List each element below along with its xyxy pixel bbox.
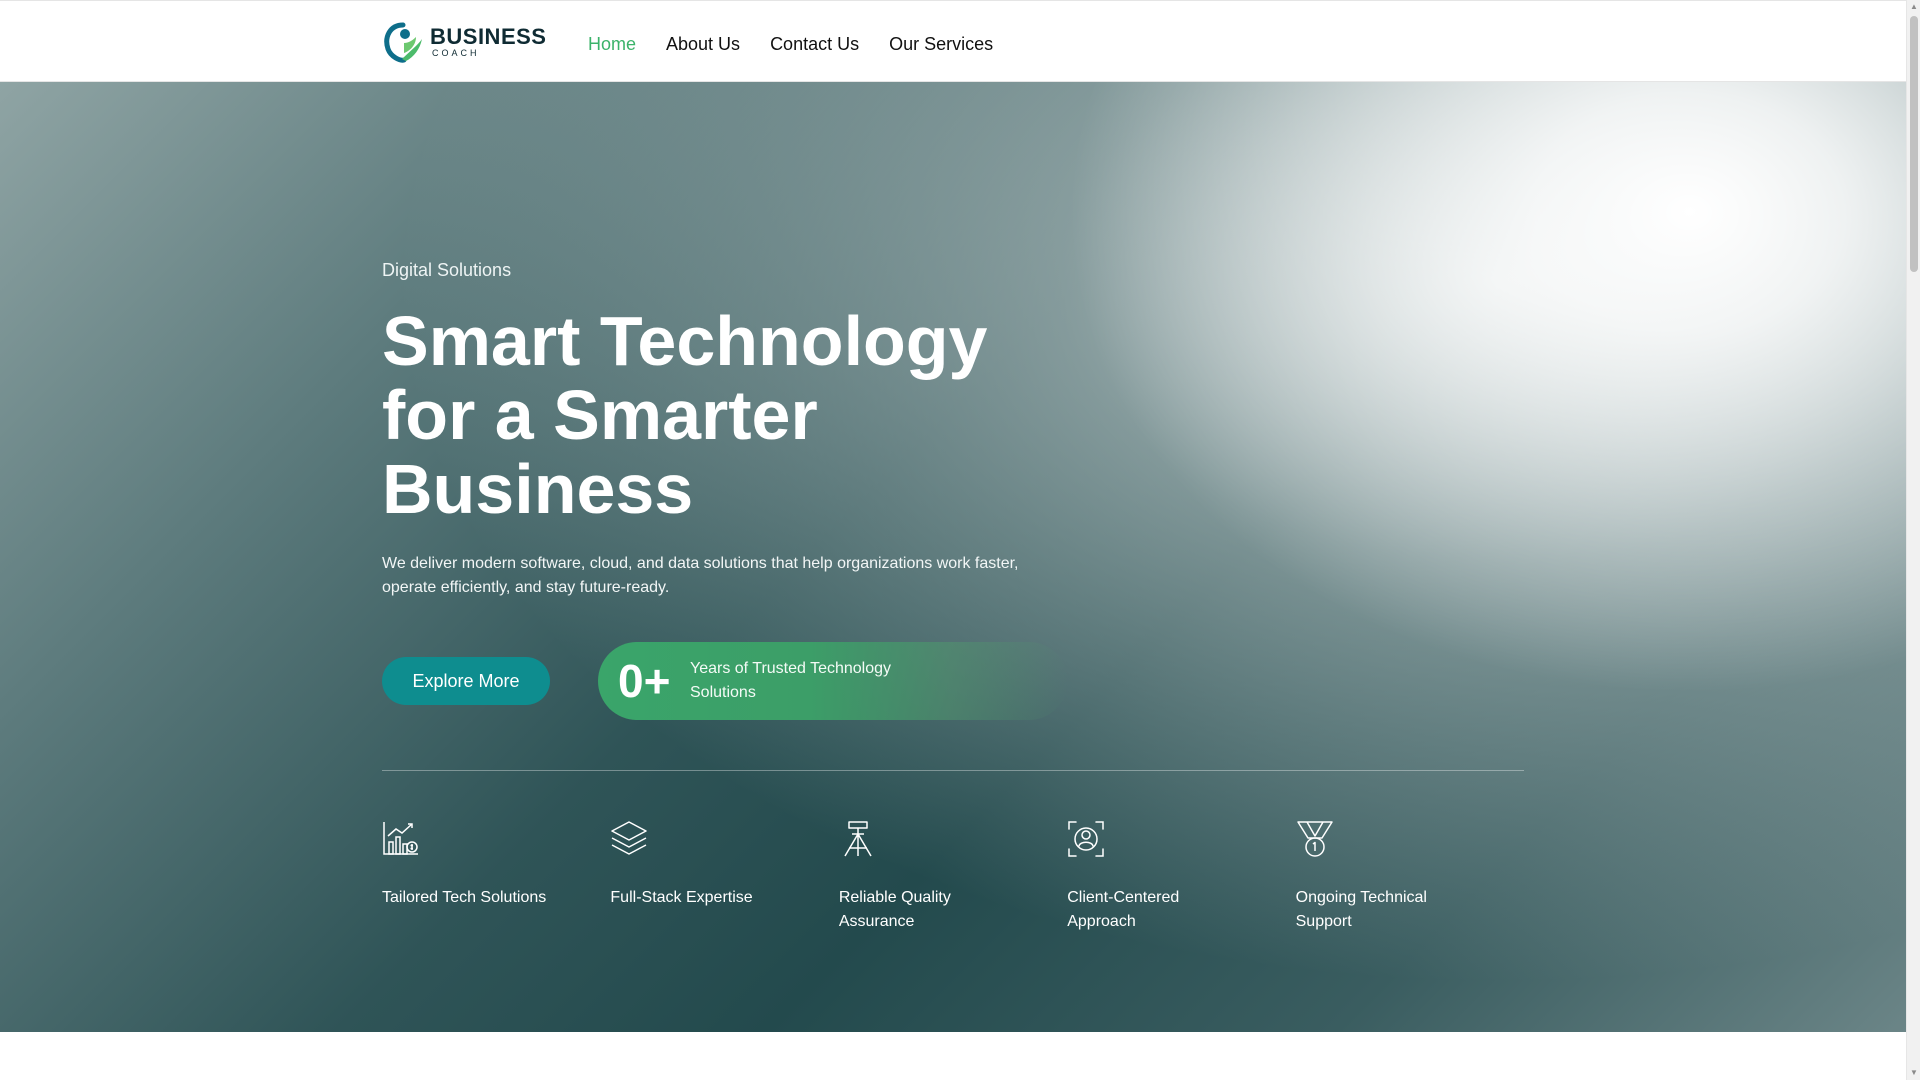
logo-sub-text: COACH (432, 48, 480, 58)
nav-our-services[interactable]: Our Services (889, 31, 993, 57)
feature-label: Reliable Quality Assurance (838, 889, 951, 930)
tripod-icon (844, 821, 872, 857)
hero-divider (382, 770, 1524, 771)
feature-item: Tailored Tech Solutions (382, 820, 610, 934)
feature-label: Tailored Tech Solutions (382, 889, 547, 906)
scroll-down-arrow-icon[interactable]: ▼ (1907, 1066, 1920, 1080)
feature-item: Client-Centered Approach (1067, 820, 1295, 934)
user-focus-icon (1068, 821, 1104, 857)
hero-title: Smart Technology for a Smarter Business (382, 302, 988, 528)
hero-eyebrow: Digital Solutions (382, 260, 512, 280)
site-header: BUSINESS COACH Home About Us Contact Us … (0, 0, 1906, 82)
hero-section: Digital Solutions Smart Technology for a… (0, 82, 1906, 1032)
feature-item: Reliable Quality Assurance (839, 820, 1067, 934)
stat-label: Years of Trusted Technology Solutions (690, 660, 892, 701)
layers-icon (611, 821, 648, 855)
feature-list: Tailored Tech Solutions Full-Stack Exper… (382, 820, 1524, 934)
feature-label: Full-Stack Expertise (610, 889, 753, 906)
logo[interactable]: BUSINESS COACH (382, 21, 546, 63)
feature-label: Client-Centered Approach (1067, 889, 1180, 930)
logo-main-text: BUSINESS (430, 24, 547, 49)
hero-content: Digital Solutions Smart Technology for a… (382, 82, 1524, 1032)
scrollbar-thumb[interactable] (1910, 16, 1918, 272)
nav-home[interactable]: Home (588, 31, 636, 57)
page-scrollbar[interactable]: ▲ ▼ (1906, 0, 1920, 1080)
feature-item: Ongoing Technical Support (1296, 820, 1524, 934)
explore-more-button[interactable]: Explore More (382, 657, 550, 705)
logo-mark-icon (384, 22, 422, 63)
scroll-up-arrow-icon[interactable]: ▲ (1907, 0, 1920, 14)
feature-item: Full-Stack Expertise (610, 820, 838, 934)
nav-about-us[interactable]: About Us (666, 31, 740, 57)
years-stat-badge: 0+ Years of Trusted Technology Solutions (598, 642, 1068, 720)
hero-description: We deliver modern software, cloud, and d… (382, 555, 1019, 596)
chart-growth-icon (383, 822, 418, 855)
feature-label: Ongoing Technical Support (1295, 889, 1427, 930)
stat-number: 0+ (618, 655, 671, 707)
nav-contact-us[interactable]: Contact Us (770, 31, 859, 57)
medal-icon (1296, 821, 1333, 857)
main-nav: Home About Us Contact Us Our Services (588, 31, 1023, 57)
